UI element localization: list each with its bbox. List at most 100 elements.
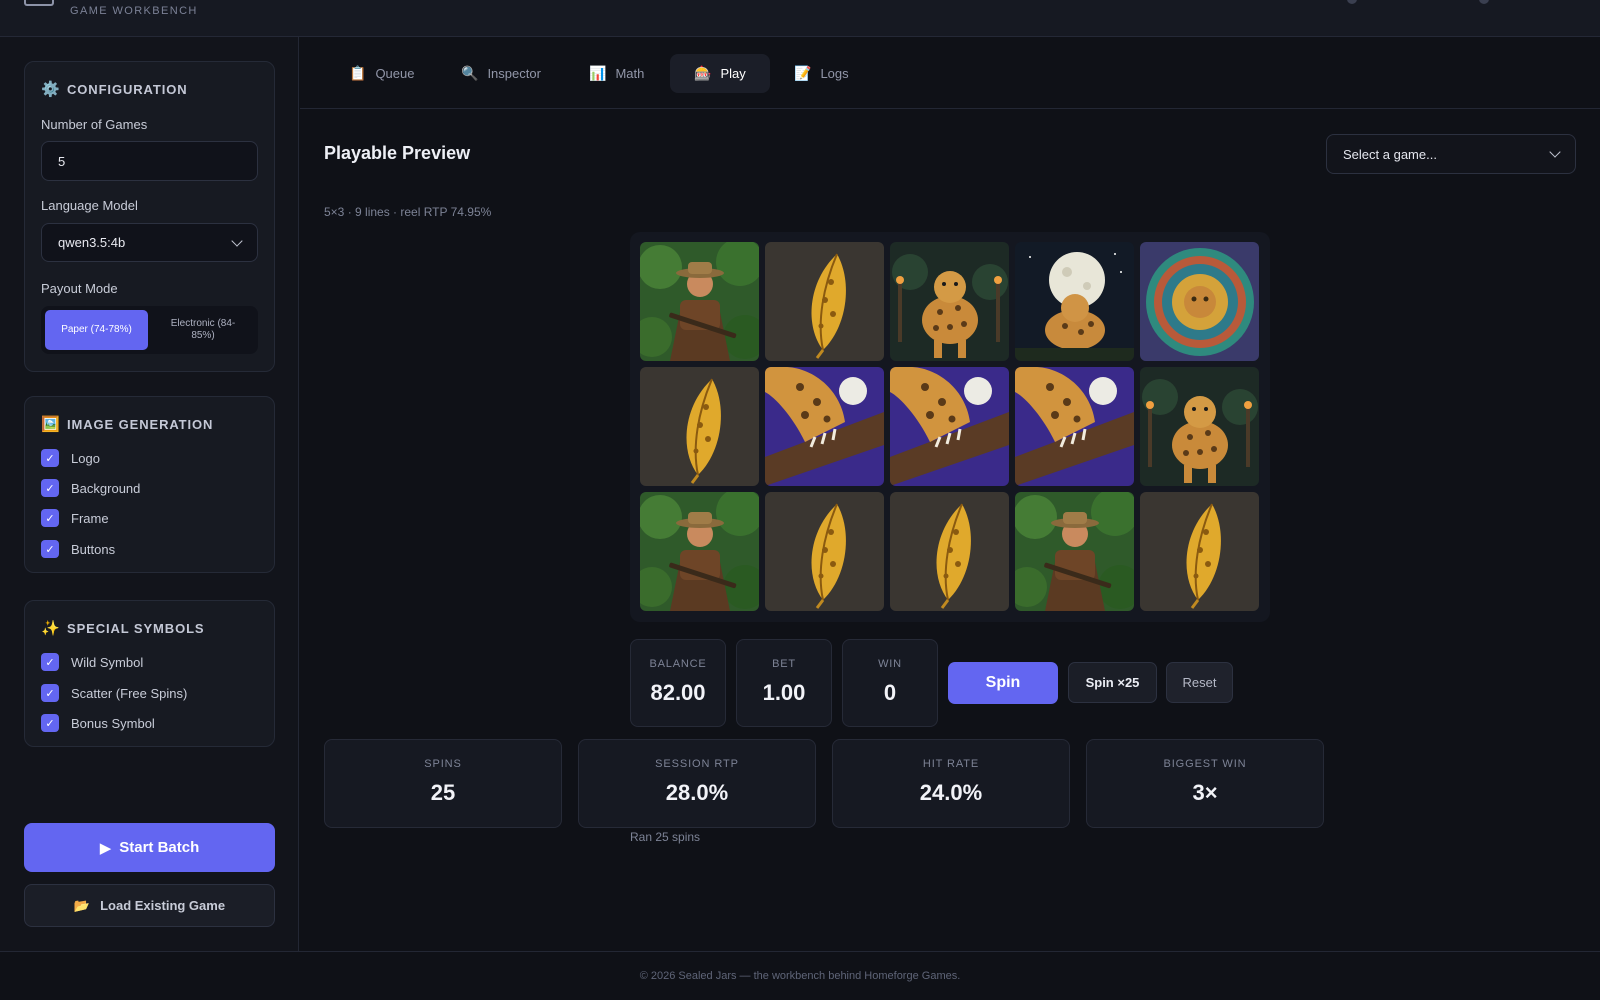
model-select[interactable]: qwen3.5:4b <box>41 223 258 262</box>
reset-button[interactable]: Reset <box>1166 662 1233 703</box>
payout-option-electronic[interactable]: Electronic (84-85%) <box>152 310 254 350</box>
feather-symbol-icon <box>890 492 1009 611</box>
checkbox-label: Logo <box>71 450 100 466</box>
status-dot-icon <box>1479 0 1489 4</box>
balance-label: BALANCE <box>649 658 707 670</box>
stat-value: 25 <box>430 780 456 805</box>
feather-symbol-icon <box>640 367 759 486</box>
balance-value: 82.00 <box>650 680 706 705</box>
tab-play[interactable]: 🎰 Play <box>670 54 770 93</box>
check-icon: ✓ <box>41 684 59 702</box>
tab-queue[interactable]: 📋 Queue <box>325 54 438 93</box>
tab-bar: 📋 Queue 🔍 Inspector 📊 Math 🎰 Play 📝 Logs <box>300 37 1600 109</box>
tab-label: Logs <box>820 66 849 81</box>
explorer-symbol-icon <box>640 242 759 361</box>
bet-value: 1.00 <box>762 680 806 705</box>
checkbox-scatter[interactable]: ✓ Scatter (Free Spins) <box>41 684 187 702</box>
check-icon: ✓ <box>41 653 59 671</box>
stat-label: SESSION RTP <box>655 758 739 770</box>
tab-math[interactable]: 📊 Math <box>565 54 668 93</box>
folder-icon: 📂 <box>73 897 91 913</box>
sparkles-icon: ✨ <box>41 620 61 637</box>
biggest-win-stat: BIGGEST WIN 3× <box>1086 739 1324 828</box>
bet-label: BET <box>772 658 796 670</box>
configuration-heading: ⚙️ CONFIGURATION <box>41 80 188 98</box>
game-meta: 5×3 · 9 lines · reel RTP 74.95% <box>324 205 492 219</box>
footer-text: © 2026 Sealed Jars — the workbench behin… <box>639 970 961 982</box>
checkbox-label: Wild Symbol <box>71 654 144 670</box>
explorer-symbol-icon <box>1015 492 1134 611</box>
image-generation-heading: 🖼️ IMAGE GENERATION <box>41 415 213 433</box>
check-icon: ✓ <box>41 449 59 467</box>
slot-reels <box>630 232 1270 622</box>
payout-mode-toggle: Paper (74-78%) Electronic (84-85%) <box>41 306 258 354</box>
checkbox-background[interactable]: ✓ Background <box>41 479 140 497</box>
spins-stat: SPINS 25 <box>324 739 562 828</box>
configuration-title: CONFIGURATION <box>67 81 188 97</box>
payout-option-paper[interactable]: Paper (74-78%) <box>45 310 148 350</box>
feather-symbol-icon <box>1140 492 1259 611</box>
jaguar-symbol-icon <box>1140 367 1259 486</box>
top-bar: GAME WORKBENCH <box>0 0 1600 37</box>
win-value: 0 <box>883 680 897 705</box>
tab-label: Play <box>720 66 746 81</box>
checkbox-label: Background <box>71 480 141 496</box>
special-symbols-panel: ✨ SPECIAL SYMBOLS ✓ Wild Symbol ✓ Scatte… <box>24 600 275 747</box>
tab-label: Queue <box>375 66 415 81</box>
configuration-panel: ⚙️ CONFIGURATION Number of Games Languag… <box>24 61 275 372</box>
feather-symbol-icon <box>765 242 884 361</box>
chevron-down-icon <box>1549 146 1561 158</box>
stat-value: 3× <box>1192 780 1218 805</box>
bet-card: BET 1.00 <box>736 639 832 727</box>
start-batch-button[interactable]: ▶ Start Batch <box>24 823 275 872</box>
stat-label: BIGGEST WIN <box>1163 758 1247 770</box>
tab-logs[interactable]: 📝 Logs <box>770 54 873 93</box>
feather-symbol-icon <box>765 492 884 611</box>
tab-inspector[interactable]: 🔍 Inspector <box>437 54 565 93</box>
checkbox-label: Bonus Symbol <box>71 715 155 731</box>
checkbox-frame[interactable]: ✓ Frame <box>41 509 109 527</box>
num-games-input[interactable] <box>41 141 258 181</box>
spin-25-button[interactable]: Spin ×25 <box>1068 662 1157 703</box>
checkbox-wild-symbol[interactable]: ✓ Wild Symbol <box>41 653 143 671</box>
spin-button[interactable]: Spin <box>948 662 1058 704</box>
app-subtitle: GAME WORKBENCH <box>70 5 198 17</box>
slot-machine-icon: 🎰 <box>694 65 712 81</box>
image-generation-panel: 🖼️ IMAGE GENERATION ✓ Logo ✓ Background … <box>24 396 275 573</box>
stat-value: 28.0% <box>665 780 729 805</box>
bar-chart-icon: 📊 <box>589 65 607 81</box>
check-icon: ✓ <box>41 479 59 497</box>
magnifier-icon: 🔍 <box>461 65 479 81</box>
stat-value: 24.0% <box>919 780 983 805</box>
checkbox-label: Buttons <box>71 541 116 557</box>
sidebar: ⚙️ CONFIGURATION Number of Games Languag… <box>0 37 299 951</box>
checkbox-logo[interactable]: ✓ Logo <box>41 449 100 467</box>
tab-label: Math <box>615 66 645 81</box>
check-icon: ✓ <box>41 540 59 558</box>
tab-label: Inspector <box>487 66 541 81</box>
memo-icon: 📝 <box>794 65 812 81</box>
game-select[interactable]: Select a game... <box>1326 134 1576 174</box>
special-symbols-heading: ✨ SPECIAL SYMBOLS <box>41 619 205 637</box>
payout-label: Payout Mode <box>41 281 118 296</box>
model-select-value: qwen3.5:4b <box>58 235 126 250</box>
win-card: WIN 0 <box>842 639 938 727</box>
stat-label: HIT RATE <box>922 758 980 770</box>
page-title: Playable Preview <box>324 143 471 163</box>
laptop-icon <box>24 0 54 6</box>
checkbox-label: Frame <box>71 510 109 526</box>
load-existing-game-button[interactable]: 📂 Load Existing Game <box>24 884 275 927</box>
check-icon: ✓ <box>41 509 59 527</box>
image-generation-title: IMAGE GENERATION <box>67 416 214 432</box>
paw-symbol-icon <box>1015 367 1134 486</box>
chevron-down-icon <box>231 234 243 247</box>
clipboard-icon: 📋 <box>349 65 367 81</box>
play-icon: ▶ <box>99 839 112 857</box>
checkbox-bonus-symbol[interactable]: ✓ Bonus Symbol <box>41 714 155 732</box>
checkbox-buttons[interactable]: ✓ Buttons <box>41 540 115 558</box>
hit-rate-stat: HIT RATE 24.0% <box>832 739 1070 828</box>
balance-card: BALANCE 82.00 <box>630 639 726 727</box>
status-dot-icon <box>1347 0 1357 4</box>
num-games-label: Number of Games <box>41 117 148 132</box>
moon-jaguar-symbol-icon <box>1015 242 1134 361</box>
